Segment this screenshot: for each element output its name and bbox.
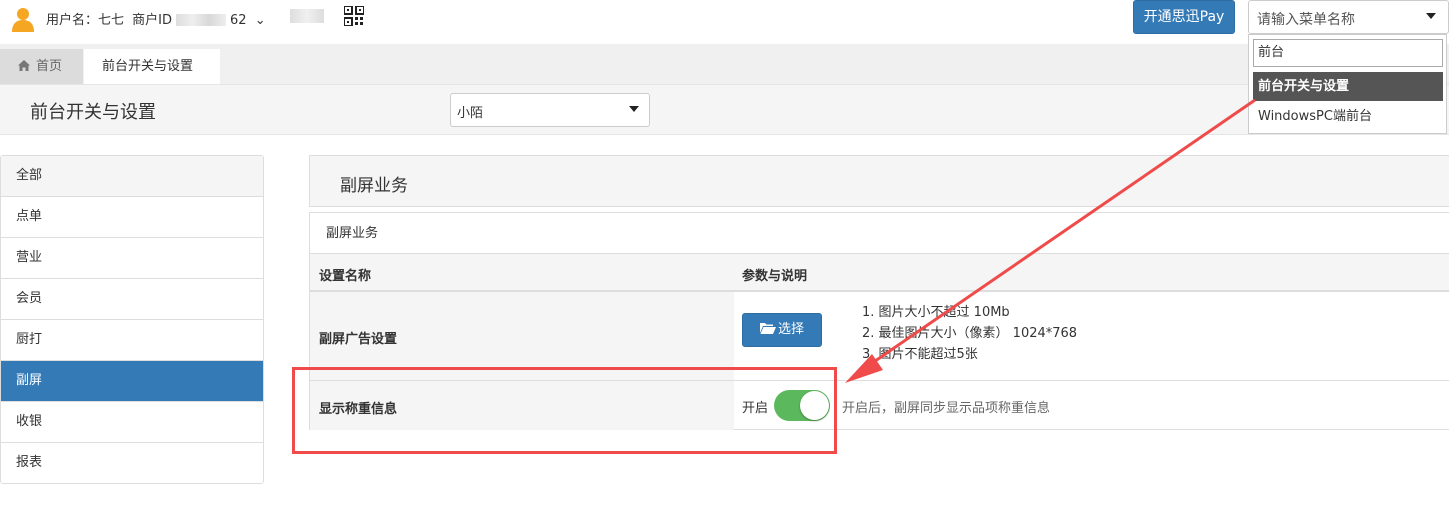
tab-home[interactable]: 首页 [0,49,83,84]
menu-filter-input[interactable]: 前台 [1253,39,1443,67]
tab-home-label: 首页 [36,59,63,74]
menu-option-windows-pc-frontend[interactable]: WindowsPC端前台 [1253,102,1443,131]
weight-info-toggle[interactable] [774,390,830,421]
sidebar-item-business[interactable]: 营业 [1,238,263,279]
open-pay-button[interactable]: 开通思迅Pay [1133,0,1235,34]
user-avatar-icon [12,8,34,32]
toggle-label: 开启 [742,401,769,416]
page-header: 前台开关与设置 小陌 [0,84,1449,135]
panel-title: 副屏业务 [310,213,1449,254]
rule-item: 3. 图片不能超过5张 [862,347,978,362]
toggle-knob [800,391,829,420]
menu-search-dropdown: 前台 前台开关与设置 WindowsPC端前台 [1248,34,1447,134]
user-info[interactable]: 用户名：七七 商户ID 62 ⌄ [46,9,270,28]
setting-name-cell: 显示称重信息 [310,381,734,430]
merchant-id-suffix: 62 [230,13,247,28]
category-sidebar: 全部 点单 营业 会员 厨打 副屏 收银 报表 [0,155,264,484]
folder-open-icon [759,323,776,334]
store-select-value: 小陌 [457,106,484,121]
menu-option-frontend-settings[interactable]: 前台开关与设置 [1253,72,1443,101]
sidebar-item-member[interactable]: 会员 [1,279,263,320]
merchant-id-mask [176,14,227,26]
sidebar-item-cashier[interactable]: 收银 [1,402,263,443]
masked-info [290,9,324,23]
page-title: 前台开关与设置 [30,102,156,123]
merchant-id-label: 商户ID [132,13,173,28]
sidebar-item-reports[interactable]: 报表 [1,443,263,484]
choose-image-button[interactable]: 选择 [742,313,822,347]
qr-code-icon[interactable] [344,6,364,26]
setting-name: 显示称重信息 [319,402,398,417]
tab-bar: 首页 前台开关与设置 [0,44,1449,84]
table-row: 显示称重信息 开启 开启后，副屏同步显示品项称重信息 [310,381,1449,430]
home-icon [18,60,30,71]
toggle-description: 开启后，副屏同步显示品项称重信息 [842,401,1051,416]
setting-name: 副屏广告设置 [319,332,398,347]
sidebar-item-order[interactable]: 点单 [1,197,263,238]
menu-search-select[interactable]: 请输入菜单名称 [1248,0,1449,34]
top-bar: 用户名：七七 商户ID 62 ⌄ 开通思迅Pay 请输入菜单名称 [0,0,1449,44]
ad-rules: 1. 图片大小不超过 10Mb 2. 最佳图片大小（像素） 1024*768 3… [862,302,1077,365]
caret-down-icon [1426,13,1436,19]
choose-button-label: 选择 [777,322,804,337]
store-select[interactable]: 小陌 [450,93,650,127]
column-header-name: 设置名称 [319,269,372,284]
setting-name-cell: 副屏广告设置 [310,292,734,380]
table-header: 设置名称 参数与说明 [310,254,1449,292]
rule-item: 1. 图片大小不超过 10Mb [862,305,1010,320]
username-label: 用户名：七七 [46,13,125,28]
section-title: 副屏业务 [340,176,408,196]
chevron-down-icon[interactable]: ⌄ [255,13,266,28]
sidebar-item-secondary-screen[interactable]: 副屏 [1,361,263,402]
sidebar-item-all[interactable]: 全部 [1,156,263,197]
table-row: 副屏广告设置 选择 1. 图片大小不超过 10Mb 2. 最佳图片大小（像素） … [310,292,1449,381]
settings-panel: 副屏业务 设置名称 参数与说明 副屏广告设置 选择 1. 图片大小不超过 10M… [309,212,1449,430]
menu-search-placeholder: 请输入菜单名称 [1257,12,1355,28]
app-root: 用户名：七七 商户ID 62 ⌄ 开通思迅Pay 请输入菜单名称 前台 前台开关与… [0,0,1449,531]
tab-frontend-settings[interactable]: 前台开关与设置 [84,49,220,84]
sidebar-item-kitchen-print[interactable]: 厨打 [1,320,263,361]
caret-down-icon [629,106,639,112]
section-header: 副屏业务 [309,155,1449,207]
column-header-params: 参数与说明 [742,269,808,284]
rule-item: 2. 最佳图片大小（像素） 1024*768 [862,326,1078,341]
